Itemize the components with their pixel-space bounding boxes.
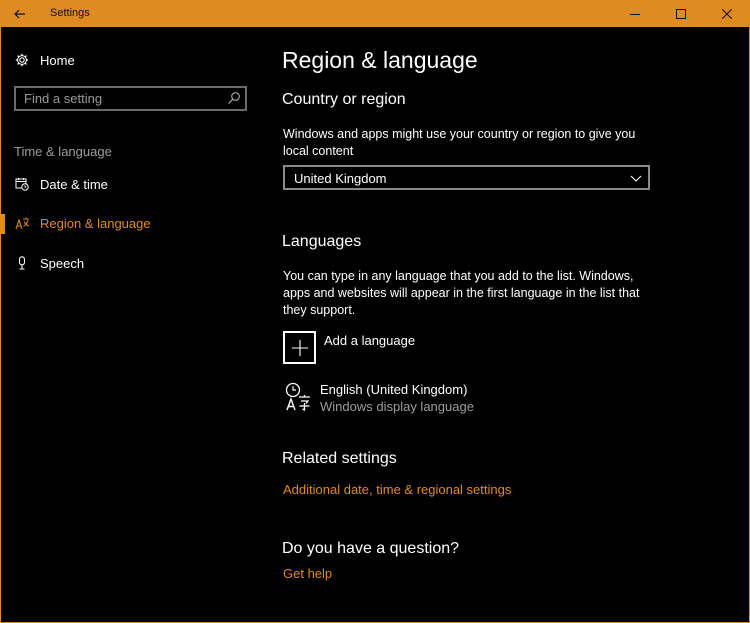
question-heading: Do you have a question? <box>282 540 460 557</box>
country-dropdown[interactable]: United Kingdom <box>283 165 650 190</box>
back-button[interactable] <box>1 1 39 27</box>
maximize-button[interactable] <box>658 1 704 27</box>
calendar-clock-icon <box>14 176 30 192</box>
search-box <box>14 86 247 111</box>
gear-icon <box>14 52 30 68</box>
languages-heading: Languages <box>282 233 362 250</box>
maximize-icon <box>676 9 686 19</box>
sidebar-item-region-language[interactable]: Region & language <box>14 215 151 231</box>
get-help-link[interactable]: Get help <box>283 566 332 581</box>
country-selected-value: United Kingdom <box>294 171 387 186</box>
page-title: Region & language <box>282 47 478 73</box>
title-bar: Settings <box>1 1 749 27</box>
active-indicator <box>1 214 5 234</box>
sidebar-item-date-time[interactable]: Date & time <box>14 176 108 192</box>
window-title: Settings <box>50 7 90 19</box>
minimize-icon <box>630 14 640 15</box>
related-settings-heading: Related settings <box>282 450 397 467</box>
language-item-detail: Windows display language <box>320 399 474 414</box>
region-language-icon <box>14 215 30 231</box>
sidebar-item-label: Speech <box>40 255 85 271</box>
microphone-icon <box>14 255 30 271</box>
sidebar-home-label: Home <box>40 52 75 68</box>
sidebar-home[interactable]: Home <box>14 52 75 68</box>
close-button[interactable] <box>704 1 749 27</box>
languages-description: You can type in any language that you ad… <box>283 269 640 317</box>
search-icon[interactable] <box>227 91 241 105</box>
language-item-name[interactable]: English (United Kingdom) <box>320 382 467 397</box>
settings-window: Settings Home Find a setting Time & lang… <box>0 0 750 623</box>
sidebar-item-speech[interactable]: Speech <box>14 255 84 271</box>
sidebar-item-label: Date & time <box>40 176 108 192</box>
search-input[interactable] <box>16 88 221 109</box>
plus-icon <box>291 339 308 356</box>
country-description: Windows and apps might use your country … <box>283 127 636 158</box>
chevron-down-icon <box>630 175 642 182</box>
additional-regional-settings-link[interactable]: Additional date, time & regional setting… <box>283 482 511 497</box>
add-language-label[interactable]: Add a language <box>324 333 415 348</box>
language-icon <box>285 382 310 412</box>
sidebar-section-label: Time & language <box>14 144 112 159</box>
country-heading: Country or region <box>282 91 406 108</box>
add-language-button[interactable] <box>283 331 316 364</box>
sidebar-item-label: Region & language <box>40 215 151 231</box>
arrow-left-icon <box>14 9 25 19</box>
close-icon <box>722 9 732 19</box>
minimize-button[interactable] <box>612 1 658 27</box>
